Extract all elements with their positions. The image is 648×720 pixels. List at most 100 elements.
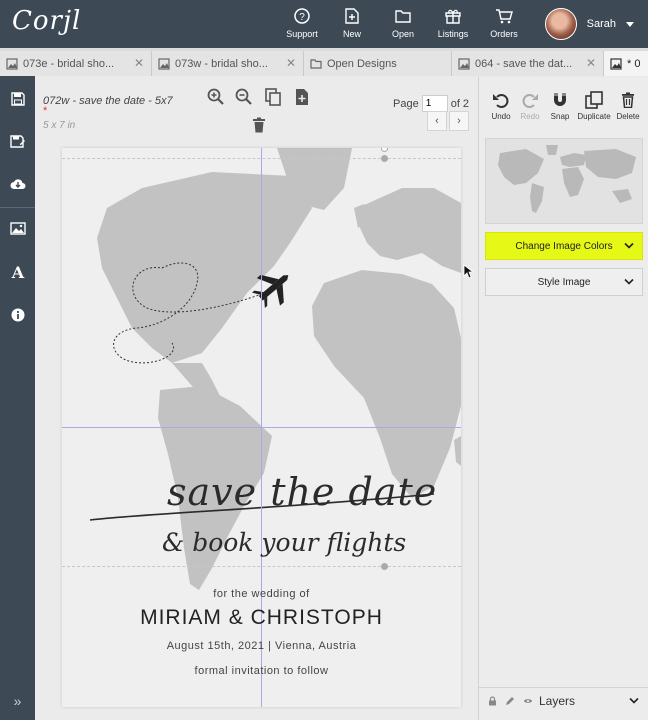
script-subtitle[interactable]: & book your flights [162, 528, 406, 557]
tab-current[interactable]: * 0 [604, 51, 648, 76]
app-logo[interactable]: Corjl [12, 6, 81, 36]
change-image-colors-button[interactable]: Change Image Colors [485, 232, 643, 260]
chevron-down-icon [624, 278, 634, 285]
trash-icon [253, 117, 265, 133]
image-icon [6, 57, 18, 70]
properties-panel: Undo Redo Snap Duplicate Delete Change I… [478, 77, 648, 720]
text-icon: A [11, 264, 25, 280]
tab-073e[interactable]: 073e - bridal sho... ✕ [0, 51, 152, 76]
zoom-in-button[interactable] [206, 87, 226, 107]
zoom-in-icon [207, 88, 224, 105]
redo-icon [522, 94, 538, 108]
tab-label: 073e - bridal sho... [23, 57, 115, 70]
tab-064[interactable]: 064 - save the dat... ✕ [452, 51, 604, 76]
duplicate-button[interactable]: Duplicate [576, 91, 612, 121]
tab-label: * 0 [627, 57, 641, 70]
chevron-down-icon [629, 697, 639, 704]
delete-page-button[interactable] [249, 115, 269, 135]
support-button[interactable]: ? Support [276, 7, 328, 39]
change-colors-label: Change Image Colors [515, 240, 613, 252]
cart-icon [495, 7, 513, 25]
redo-label: Redo [520, 112, 540, 121]
eye-icon[interactable] [523, 696, 533, 706]
undo-icon [493, 94, 509, 108]
save-icon [10, 92, 25, 106]
formal-invite-text[interactable]: formal invitation to follow [62, 665, 461, 677]
orders-label: Orders [490, 29, 518, 39]
image-icon [158, 57, 170, 70]
pencil-icon[interactable] [505, 696, 515, 706]
prev-page-button[interactable]: ‹ [427, 111, 447, 131]
date-location[interactable]: August 15th, 2021 | Vienna, Austria [62, 640, 461, 652]
divider [0, 207, 35, 208]
info-button[interactable] [0, 300, 35, 330]
new-file-icon [343, 7, 361, 25]
duplicate-label: Duplicate [577, 112, 611, 121]
expand-panel-button[interactable]: » [0, 686, 35, 716]
snap-label: Snap [550, 112, 570, 121]
help-circle-icon: ? [293, 7, 311, 25]
undo-label: Undo [491, 112, 511, 121]
layers-label: Layers [539, 693, 576, 708]
couple-names[interactable]: MIRIAM & CHRISTOPH [62, 606, 461, 630]
document-name: 072w - save the date - 5x7 [43, 95, 173, 107]
zoom-out-button[interactable] [234, 87, 254, 107]
delete-button[interactable]: Delete [610, 91, 646, 121]
save-button[interactable] [0, 84, 35, 114]
new-button[interactable]: New [326, 7, 378, 39]
document-size: 5 x 7 in [43, 120, 76, 131]
tab-bar: 073e - bridal sho... ✕ 073w - bridal sho… [0, 48, 648, 76]
mouse-cursor-icon [463, 264, 473, 279]
text-tool-button[interactable]: A [0, 257, 35, 287]
design-page[interactable]: save the date & book your flights for th… [62, 148, 461, 707]
tab-073w[interactable]: 073w - bridal sho... ✕ [152, 51, 304, 76]
add-page-button[interactable] [292, 87, 312, 107]
layers-bar[interactable]: Layers [479, 687, 648, 713]
download-icon [10, 179, 25, 189]
left-toolbar: A » [0, 76, 35, 720]
resize-handle-top[interactable] [381, 155, 388, 162]
zoom-out-icon [235, 88, 252, 105]
caret-down-icon [626, 21, 634, 27]
open-button[interactable]: Open [377, 7, 429, 39]
close-icon[interactable]: ✕ [134, 56, 144, 70]
duplicate-icon [585, 91, 603, 109]
magnet-icon [554, 93, 566, 106]
script-title[interactable]: save the date [167, 470, 437, 514]
chevron-down-icon [624, 242, 634, 249]
image-tool-button[interactable] [0, 213, 35, 243]
lock-icon[interactable] [487, 695, 497, 706]
trash-icon [622, 92, 634, 108]
save-as-button[interactable] [0, 126, 35, 156]
folder-icon [394, 7, 412, 25]
avatar[interactable] [544, 8, 577, 40]
selection-box-top [62, 158, 461, 159]
open-label: Open [391, 29, 415, 39]
close-icon[interactable]: ✕ [286, 56, 296, 70]
page-info: Page of 2 [393, 95, 469, 112]
style-image-button[interactable]: Style Image [485, 268, 643, 296]
page-number-input[interactable] [421, 95, 448, 112]
orders-button[interactable]: Orders [478, 7, 530, 39]
user-menu[interactable]: Sarah [544, 8, 634, 40]
close-icon[interactable]: ✕ [586, 56, 596, 70]
snap-button[interactable]: Snap [542, 91, 578, 121]
listings-button[interactable]: Listings [427, 7, 479, 39]
for-wedding-text[interactable]: for the wedding of [62, 588, 461, 600]
tab-open-designs[interactable]: Open Designs [304, 51, 452, 76]
folder-icon [310, 58, 322, 69]
copy-button[interactable] [263, 87, 283, 107]
next-page-button[interactable]: › [449, 111, 469, 131]
gift-box-icon [444, 7, 462, 25]
image-icon [610, 57, 622, 70]
new-label: New [342, 29, 361, 39]
user-name: Sarah [586, 18, 616, 30]
add-page-icon [296, 89, 308, 105]
listings-label: Listings [437, 29, 469, 39]
selection-box-bottom [62, 566, 461, 567]
resize-handle-bottom[interactable] [381, 563, 388, 570]
download-button[interactable] [0, 169, 35, 199]
center-guide-horizontal [62, 427, 461, 428]
required-marker: * [43, 105, 48, 117]
save-as-icon [9, 135, 25, 148]
